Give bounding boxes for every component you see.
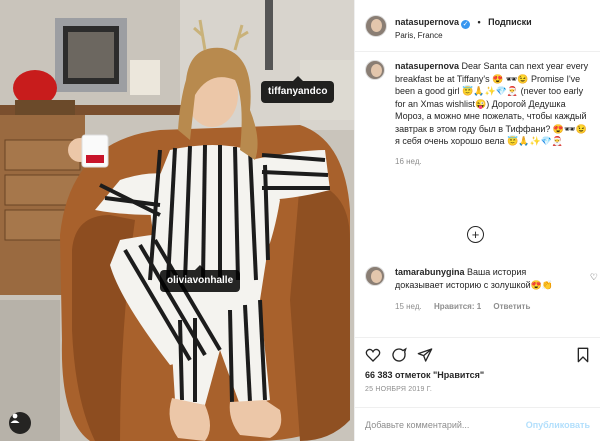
separator-dot: • [477, 16, 481, 27]
comment-composer: Опубликовать [355, 407, 600, 441]
post-actions: 66 383 отметок "Нравится" 25 НОЯБРЯ 2019… [355, 337, 600, 393]
post-photo[interactable]: tiffanyandco oliviavonhalle [0, 0, 354, 441]
comment-item: tamarabunygina Ваша история доказывает и… [365, 266, 592, 314]
bookmark-icon[interactable] [576, 347, 590, 363]
caption: natasupernova Dear Santa can next year e… [365, 60, 592, 168]
location-link[interactable]: Paris, France [395, 31, 532, 41]
commenter-username[interactable]: tamarabunygina [395, 267, 465, 277]
comment-input[interactable] [365, 419, 520, 430]
reply-button[interactable]: Ответить [493, 302, 530, 311]
photo-tag-tiffanyandco[interactable]: tiffanyandco [261, 76, 335, 103]
comments-area: natasupernova Dear Santa can next year e… [365, 60, 592, 168]
post-date: 25 НОЯБРЯ 2019 Г. [365, 386, 433, 393]
load-more-comments-button[interactable]: + [467, 226, 484, 243]
commenter-avatar[interactable] [365, 266, 385, 286]
photo-tag-oliviavonhalle[interactable]: oliviavonhalle [160, 265, 241, 292]
comment-likes[interactable]: Нравится: 1 [434, 302, 481, 311]
publish-button[interactable]: Опубликовать [526, 420, 590, 430]
comment-age: 15 нед. [395, 302, 422, 311]
share-icon[interactable] [417, 347, 433, 363]
user-icon [10, 413, 20, 423]
tagged-users-button[interactable] [9, 412, 31, 434]
like-heart-icon[interactable] [365, 347, 381, 363]
caption-username[interactable]: natasupernova [395, 61, 459, 71]
verified-icon: ✓ [461, 19, 471, 29]
avatar[interactable] [365, 14, 387, 37]
caption-age: 16 нед. [395, 156, 422, 166]
plus-icon: + [471, 227, 480, 242]
following-button[interactable]: Подписки [488, 17, 532, 27]
header-username[interactable]: natasupernova [395, 17, 459, 27]
caption-text: Dear Santa can next year every breakfast… [395, 61, 589, 146]
comment-like-heart-icon[interactable]: ♡ [590, 272, 598, 283]
post-sidebar: natasupernova ✓ • Подписки Paris, France … [354, 0, 600, 441]
likes-count[interactable]: 66 383 отметок "Нравится" [365, 370, 590, 380]
caption-avatar[interactable] [365, 60, 385, 80]
comment-icon[interactable] [391, 347, 407, 363]
post-header: natasupernova ✓ • Подписки Paris, France [355, 0, 600, 52]
photo-illustration [0, 0, 354, 441]
